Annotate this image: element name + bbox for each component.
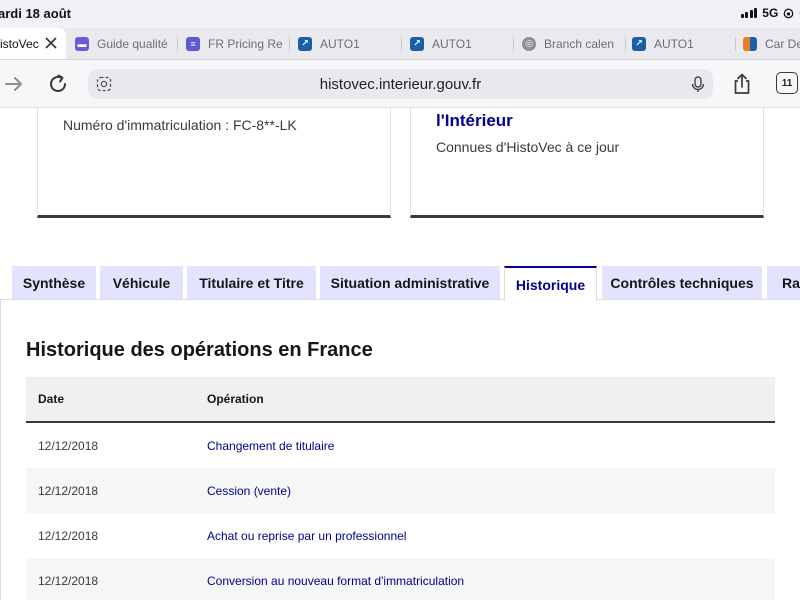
guide-favicon-icon: ▬ [75,36,89,51]
web-page: Numéro d'immatriculation : FC-8**-LK l'I… [0,108,800,600]
globe-favicon-icon: ◎ [522,36,536,51]
browser-tab-label: AUTO1 [432,36,472,51]
tab-situation-administrative[interactable]: Situation administrative [320,266,500,300]
browser-tab-histovec[interactable]: istoVec [0,28,66,59]
status-bar: ardi 18 août 5G 6 [0,0,800,28]
browser-tab-auto1-b[interactable]: ↗ AUTO1 [410,28,514,59]
status-date: ardi 18 août [0,6,71,21]
address-bar[interactable]: histovec.interieur.gouv.fr [88,69,713,99]
browser-tab-label: Car De [765,36,800,51]
tab-vehicule[interactable]: Véhicule [100,266,183,300]
orientation-lock-icon [783,8,794,18]
row-operation: Changement de titulaire [207,438,335,453]
source-info-card: l'Intérieur Connues d'HistoVec à ce jour [410,108,764,218]
url-text: histovec.interieur.gouv.fr [319,76,482,93]
browser-tab-label: Branch calen [544,36,615,51]
forms-favicon-icon: ≡ [186,36,200,51]
tab-rapport[interactable]: Rap [767,266,800,300]
operations-table: Date Opération 12/12/2018 Changement de … [26,377,775,600]
network-type: 5G [762,6,779,20]
tab-overview-button[interactable]: 11 [776,72,798,94]
browser-tab-auto1-a[interactable]: ↗ AUTO1 [298,28,402,59]
report-tabs: Synthèse Véhicule Titulaire et Titre Sit… [0,266,800,301]
browser-tab-branch-calendar[interactable]: ◎ Branch calen [522,28,626,59]
browser-tab-label: istoVec [0,36,39,51]
browser-tab-auto1-c[interactable]: ↗ AUTO1 [632,28,736,59]
column-header-operation: Opération [207,392,264,406]
browser-tab-label: FR Pricing Re [208,36,283,51]
browser-tab-fr-pricing[interactable]: ≡ FR Pricing Re [186,28,290,59]
auto1-favicon-icon: ↗ [298,36,312,51]
tab-titulaire-et-titre[interactable]: Titulaire et Titre [187,266,316,300]
reload-button[interactable] [46,72,70,96]
reload-icon [50,74,66,92]
browser-tab-label: Guide qualité [97,36,168,51]
auto1-favicon-icon: ↗ [632,36,646,51]
table-row: 12/12/2018 Conversion au nouveau format … [26,558,775,600]
close-tab-icon[interactable] [44,36,58,50]
tab-synthese[interactable]: Synthèse [12,266,96,300]
row-date: 12/12/2018 [38,573,99,588]
browser-tab-strip: istoVec ▬ Guide qualité ≡ FR Pricing Re … [0,28,800,60]
row-date: 12/12/2018 [38,483,99,498]
table-row: 12/12/2018 Achat ou reprise par un profe… [26,513,775,558]
table-header: Date Opération [26,377,775,423]
share-button[interactable] [730,72,754,96]
microphone-icon[interactable] [691,76,705,93]
share-icon [734,73,750,94]
row-operation: Cession (vente) [207,483,292,498]
column-header-date: Date [38,392,65,406]
auto1-favicon-icon: ↗ [410,36,424,51]
registration-number-text: Numéro d'immatriculation : FC-8**-LK [63,117,297,133]
browser-tab-label: AUTO1 [654,36,694,51]
vehicle-id-card: Numéro d'immatriculation : FC-8**-LK [37,108,391,218]
tab-controles-techniques[interactable]: Contrôles techniques [602,266,762,300]
cellular-signal-icon [740,8,758,18]
source-subtitle: Connues d'HistoVec à ce jour [436,139,620,155]
car-favicon-icon [743,36,757,51]
forward-button[interactable] [2,72,26,96]
browser-tab-car-de[interactable]: Car De [743,28,800,59]
table-row: 12/12/2018 Changement de titulaire [26,423,775,468]
row-operation: Conversion au nouveau format d'immatricu… [207,573,465,588]
browser-tab-guide-qualite[interactable]: ▬ Guide qualité [75,28,178,59]
row-date: 12/12/2018 [38,528,99,543]
status-indicators: 5G 6 [740,6,800,20]
forward-arrow-icon [5,77,22,91]
row-operation: Achat ou reprise par un professionnel [207,528,407,543]
browser-tab-label: AUTO1 [320,36,360,51]
source-title: l'Intérieur [436,111,513,130]
table-row: 12/12/2018 Cession (vente) [26,468,775,513]
browser-toolbar: histovec.interieur.gouv.fr 11 [0,60,800,108]
row-date: 12/12/2018 [38,438,99,453]
tab-historique[interactable]: Historique [504,266,597,301]
section-title: Historique des opérations en France [26,339,373,361]
